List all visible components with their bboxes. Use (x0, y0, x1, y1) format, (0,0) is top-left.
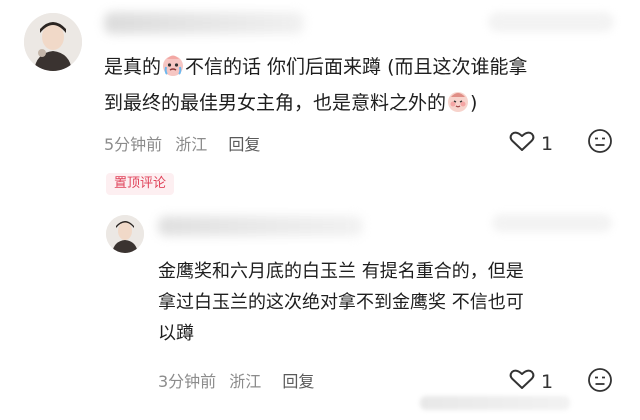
blushing-face-icon (446, 89, 470, 123)
like-button[interactable]: 1 (509, 130, 553, 157)
avatar[interactable] (24, 13, 82, 71)
comment-time: 5分钟前 (104, 135, 163, 154)
reply-like-button[interactable]: 1 (509, 368, 553, 395)
like-count: 1 (541, 132, 554, 155)
dislike-face-icon[interactable] (587, 128, 613, 158)
user-avatar-icon (106, 215, 144, 253)
reply-more-faded[interactable] (492, 214, 612, 232)
reply-like-count: 1 (541, 370, 554, 393)
reply-avatar[interactable] (106, 215, 144, 253)
crying-face-icon (161, 53, 185, 87)
heart-icon (509, 130, 535, 157)
comment-meta: 5分钟前 浙江 回复 (104, 131, 260, 155)
reply-line1: 金鹰奖和六月底的白玉兰 有提名重合的，但是 (158, 261, 524, 282)
reply-location: 浙江 (229, 372, 262, 391)
comment-text-end: ) (470, 92, 478, 114)
reply-time: 3分钟前 (158, 372, 217, 391)
watermark (420, 396, 570, 410)
reply-username-blurred[interactable] (158, 216, 363, 236)
reply-button[interactable]: 回复 (228, 135, 260, 154)
reply-meta: 3分钟前 浙江 回复 (158, 368, 314, 392)
comment-text: 是真的 不信的话 你们后面来蹲 (而且这次谁能拿 到最终的最佳男女主角，也是意料之… (104, 51, 624, 123)
reply-line2: 拿过白玉兰的这次绝对拿不到金鹰奖 不信也可 (158, 292, 524, 313)
reply-dislike-face-icon[interactable] (587, 367, 613, 397)
comment-text-part2: 不信的话 你们后面来蹲 (而且这次谁能拿 (185, 56, 528, 78)
username-blurred[interactable] (104, 12, 304, 34)
comment-text-part1: 是真的 (104, 56, 162, 78)
pinned-comment-badge: 置顶评论 (106, 173, 175, 195)
user-avatar-icon (24, 13, 82, 71)
reply-line3: 以蹲 (158, 323, 194, 344)
reply-reply-button[interactable]: 回复 (282, 372, 314, 391)
heart-icon (509, 368, 535, 395)
comment-location: 浙江 (175, 135, 208, 154)
reply-text: 金鹰奖和六月底的白玉兰 有提名重合的，但是 拿过白玉兰的这次绝对拿不到金鹰奖 不… (158, 256, 618, 349)
more-button-faded[interactable] (488, 12, 614, 32)
comment-text-line2: 到最终的最佳男女主角，也是意料之外的 (104, 92, 447, 114)
